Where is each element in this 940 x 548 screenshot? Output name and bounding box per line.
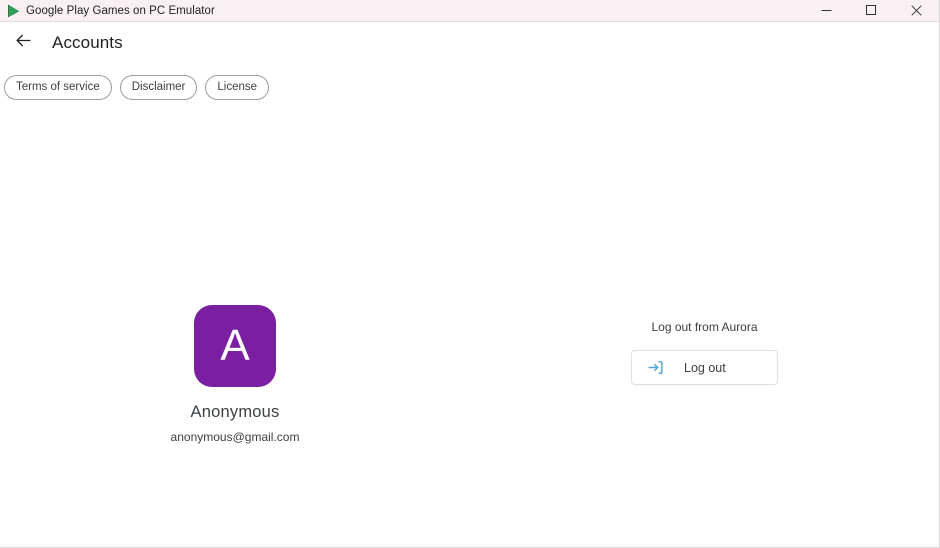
logout-button-label: Log out (684, 360, 726, 375)
window-title: Google Play Games on PC Emulator (26, 4, 215, 17)
avatar: A (194, 305, 276, 387)
chip-disclaimer[interactable]: Disclaimer (119, 74, 198, 100)
legal-chip-row: Terms of service Disclaimer License (0, 64, 939, 102)
logout-caption: Log out from Aurora (651, 320, 758, 334)
page-title: Accounts (52, 33, 123, 52)
chip-label: Terms of service (16, 81, 100, 93)
chip-label: Disclaimer (131, 81, 186, 93)
main-content: A Anonymous anonymous@gmail.com Log out … (0, 102, 939, 547)
close-button[interactable] (894, 0, 939, 22)
logout-button[interactable]: Log out (631, 350, 778, 385)
logout-icon (646, 359, 664, 377)
window-controls (804, 0, 939, 22)
back-button[interactable] (8, 28, 38, 58)
minimize-button[interactable] (804, 0, 849, 22)
profile-name: Anonymous (190, 403, 280, 421)
app-window: Google Play Games on PC Emulator Account… (0, 0, 940, 548)
arrow-left-icon (14, 31, 33, 55)
chip-terms-of-service[interactable]: Terms of service (4, 74, 112, 100)
google-play-icon (6, 4, 20, 18)
page-header: Accounts (0, 22, 939, 64)
chip-license[interactable]: License (205, 74, 270, 100)
logout-block: Log out from Aurora Log out (631, 320, 778, 385)
avatar-letter: A (220, 321, 250, 370)
chip-label: License (217, 81, 258, 93)
profile-block: A Anonymous anonymous@gmail.com (120, 305, 350, 444)
titlebar: Google Play Games on PC Emulator (0, 0, 939, 22)
maximize-button[interactable] (849, 0, 894, 22)
profile-email: anonymous@gmail.com (170, 430, 300, 444)
